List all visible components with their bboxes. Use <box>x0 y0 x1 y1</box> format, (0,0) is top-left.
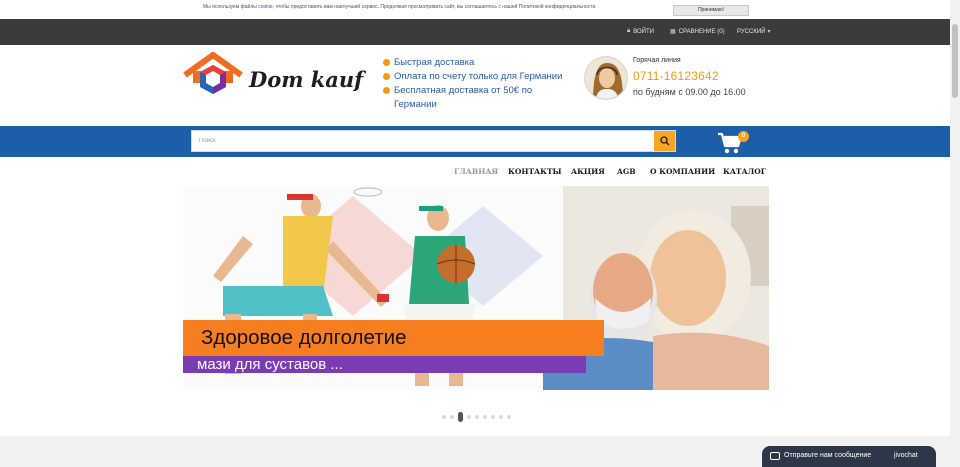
main-nav: ГЛАВНАЯ КОНТАКТЫ АКЦИЯ AGB О КОМПАНИИ КА… <box>0 157 950 185</box>
search-button[interactable] <box>654 131 675 151</box>
carousel-dot[interactable] <box>491 415 495 419</box>
carousel-dot[interactable] <box>483 415 487 419</box>
cookie-link[interactable]: cookie <box>258 4 272 10</box>
search-icon <box>659 136 670 146</box>
language-select[interactable]: РУССКИЙ ▾ <box>737 28 771 36</box>
nav-item-agb[interactable]: AGB <box>617 167 636 176</box>
carousel-dot-active[interactable] <box>458 412 463 422</box>
carousel-dot[interactable] <box>475 415 479 419</box>
feature-item: Бесплатная доставка от 50€ по Германии <box>383 84 573 112</box>
cookie-bar: Мы используем файлы cookie, чтобы предос… <box>0 0 950 19</box>
carousel-dot[interactable] <box>467 415 471 419</box>
page: Мы используем файлы cookie, чтобы предос… <box>0 0 960 467</box>
chat-brand: jivochat <box>894 452 918 459</box>
carousel-dots <box>442 412 515 422</box>
carousel-dot[interactable] <box>499 415 503 419</box>
carousel-dot[interactable] <box>450 415 454 419</box>
search-box <box>191 130 676 152</box>
search-input[interactable] <box>192 131 655 151</box>
nav-item-contacts[interactable]: КОНТАКТЫ <box>508 167 562 176</box>
nav-item-promo[interactable]: АКЦИЯ <box>571 167 605 176</box>
chevron-down-icon: ▾ <box>767 29 771 35</box>
hero-banner[interactable]: Здоровое долголетие мази для суставов ..… <box>183 186 769 390</box>
banner-title: Здоровое долголетие <box>201 326 407 349</box>
page-scrollbar[interactable] <box>950 0 960 467</box>
nav-item-home[interactable]: ГЛАВНАЯ <box>454 167 498 176</box>
feature-item: Быстрая доставка <box>383 56 573 70</box>
nav-item-catalog[interactable]: КАТАЛОГ <box>723 167 766 176</box>
chat-label: Отправьте нам сообщение <box>784 452 872 459</box>
scroll-thumb[interactable] <box>952 24 958 98</box>
top-bar: 🔒︎ ВОЙТИ ▦ СРАВНЕНИЕ (0) РУССКИЙ ▾ <box>0 19 950 45</box>
nav-item-about[interactable]: О КОМПАНИИ <box>650 167 715 176</box>
hotline-phone[interactable]: 0711-16123642 <box>633 69 719 83</box>
login-link[interactable]: 🔒︎ ВОЙТИ <box>627 28 654 35</box>
chat-icon <box>770 452 780 460</box>
logo-text: Dom kauf <box>249 67 364 92</box>
search-bar: 0 <box>0 126 950 157</box>
house-logo-icon <box>183 52 243 94</box>
features-list: Быстрая доставка Оплата по счету только … <box>383 56 573 112</box>
feature-item: Оплата по счету только для Германии <box>383 70 573 84</box>
lock-icon: 🔒︎ <box>627 28 631 34</box>
support-avatar <box>584 56 628 100</box>
hotline-hours: по будням с 09.00 до 16.00 <box>633 87 746 97</box>
bullet-icon <box>383 73 390 80</box>
cart-button[interactable]: 0 <box>717 129 749 155</box>
compare-icon: ▦ <box>670 29 676 35</box>
cookie-accept-button[interactable]: Принимаю! <box>673 5 749 16</box>
compare-link[interactable]: ▦ СРАВНЕНИЕ (0) <box>670 28 725 36</box>
cart-count-badge: 0 <box>738 131 749 142</box>
chat-widget[interactable]: Отправьте нам сообщение jivochat <box>762 446 936 467</box>
carousel-dot[interactable] <box>507 415 511 419</box>
carousel-dot[interactable] <box>442 415 446 419</box>
bullet-icon <box>383 87 390 94</box>
cookie-text: Мы используем файлы cookie, чтобы предос… <box>203 4 597 10</box>
logo[interactable]: Dom kauf <box>183 51 373 101</box>
hotline-label: Горячая линия <box>633 57 681 64</box>
banner-subtitle: мази для суставов ... <box>197 356 343 373</box>
bullet-icon <box>383 59 390 66</box>
site-header: Dom kauf Быстрая доставка Оплата по счет… <box>0 45 950 126</box>
